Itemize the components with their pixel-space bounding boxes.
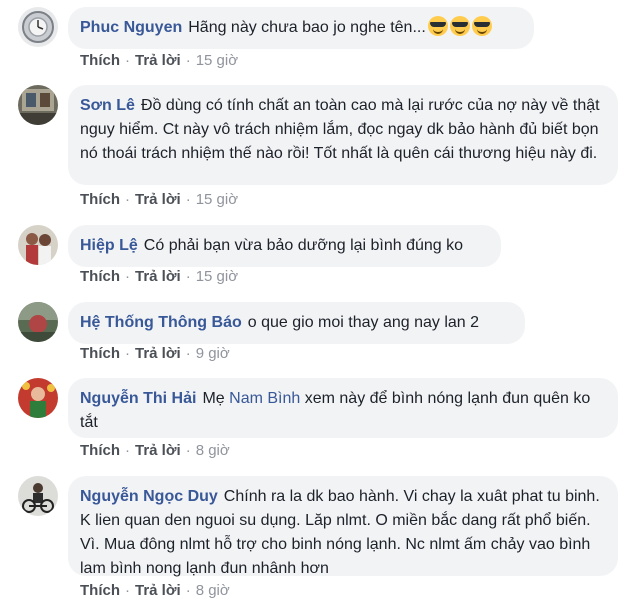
comment-timestamp[interactable]: 15 giờ [196,268,238,285]
sunglasses-emoji-icon [471,16,492,36]
separator: · [125,191,130,208]
comment-actions: Thích · Trả lời · 9 giờ [80,345,230,362]
comment-author[interactable]: Nguyễn Thi Hải [80,390,196,407]
separator: · [125,345,130,362]
separator: · [125,52,130,69]
separator: · [185,191,191,208]
like-link[interactable]: Thích [80,268,120,285]
reply-link[interactable]: Trả lời [135,442,181,459]
comment-author[interactable]: Hệ Thống Thông Báo [80,314,242,331]
comment-text: Có phải bạn vừa bảo dưỡng lại bình đúng … [143,237,464,254]
separator: · [185,442,191,459]
avatar[interactable] [18,302,58,342]
separator: · [125,268,130,285]
reply-link[interactable]: Trả lời [135,191,181,208]
comment-actions: Thích · Trả lời · 15 giờ [80,52,238,69]
comment-actions: Thích · Trả lời · 8 giờ [80,442,230,459]
comment-timestamp[interactable]: 15 giờ [196,52,238,69]
comment-timestamp[interactable]: 9 giờ [196,345,230,362]
comment-bubble: Nguyễn Ngọc Duy Chính ra la dk bao hành. … [68,476,618,577]
separator: · [125,582,130,599]
comment-bubble: Nguyễn Thi Hải Mẹ Nam Bình xem này để bìn… [68,378,618,438]
comment-actions: Thích · Trả lời · 15 giờ [80,191,238,208]
sunglasses-emoji-icon [449,16,470,36]
comment-bubble: Hệ Thống Thông Báo o que gio moi thay ang… [68,302,525,344]
comment-text: Đồ dùng có tính chất an toàn cao mà lại … [80,97,600,162]
comment-author[interactable]: Hiệp Lệ [80,237,138,254]
like-link[interactable]: Thích [80,442,120,459]
avatar[interactable] [18,7,58,47]
like-link[interactable]: Thích [80,52,120,69]
like-link[interactable]: Thích [80,345,120,362]
comment-text: o que gio moi thay ang nay lan 2 [247,314,480,331]
comment-author[interactable]: Phuc Nguyen [80,19,182,36]
reply-link[interactable]: Trả lời [135,582,181,599]
reply-link[interactable]: Trả lời [135,268,181,285]
comment-author[interactable]: Nguyễn Ngọc Duy [80,488,218,505]
comment-timestamp[interactable]: 8 giờ [196,582,230,599]
comment-bubble: Hiệp Lệ Có phải bạn vừa bảo dưỡng lại bìn… [68,225,501,267]
avatar[interactable] [18,225,58,265]
reply-link[interactable]: Trả lời [135,52,181,69]
comment-timestamp[interactable]: 15 giờ [196,191,238,208]
comment-timestamp[interactable]: 8 giờ [196,442,230,459]
like-link[interactable]: Thích [80,191,120,208]
like-link[interactable]: Thích [80,582,120,599]
comment-text: Hãng này chưa bao jo nghe tên... [188,19,426,36]
comment-bubble: Phuc Nguyen Hãng này chưa bao jo nghe tên… [68,7,534,49]
avatar[interactable] [18,378,58,418]
comment-text: Mẹ [202,390,225,407]
mention-link[interactable]: Nam Bình [229,390,300,407]
comment-actions: Thích · Trả lời · 8 giờ [80,582,230,599]
sunglasses-emoji-icon [427,16,448,36]
separator: · [185,345,191,362]
comment-bubble: Sơn Lê Đồ dùng có tính chất an toàn cao m… [68,85,618,185]
comment-actions: Thích · Trả lời · 15 giờ [80,268,238,285]
separator: · [185,268,191,285]
reply-link[interactable]: Trả lời [135,345,181,362]
avatar[interactable] [18,85,58,125]
separator: · [185,582,191,599]
separator: · [185,52,191,69]
separator: · [125,442,130,459]
comment-author[interactable]: Sơn Lê [80,97,135,114]
avatar[interactable] [18,476,58,516]
